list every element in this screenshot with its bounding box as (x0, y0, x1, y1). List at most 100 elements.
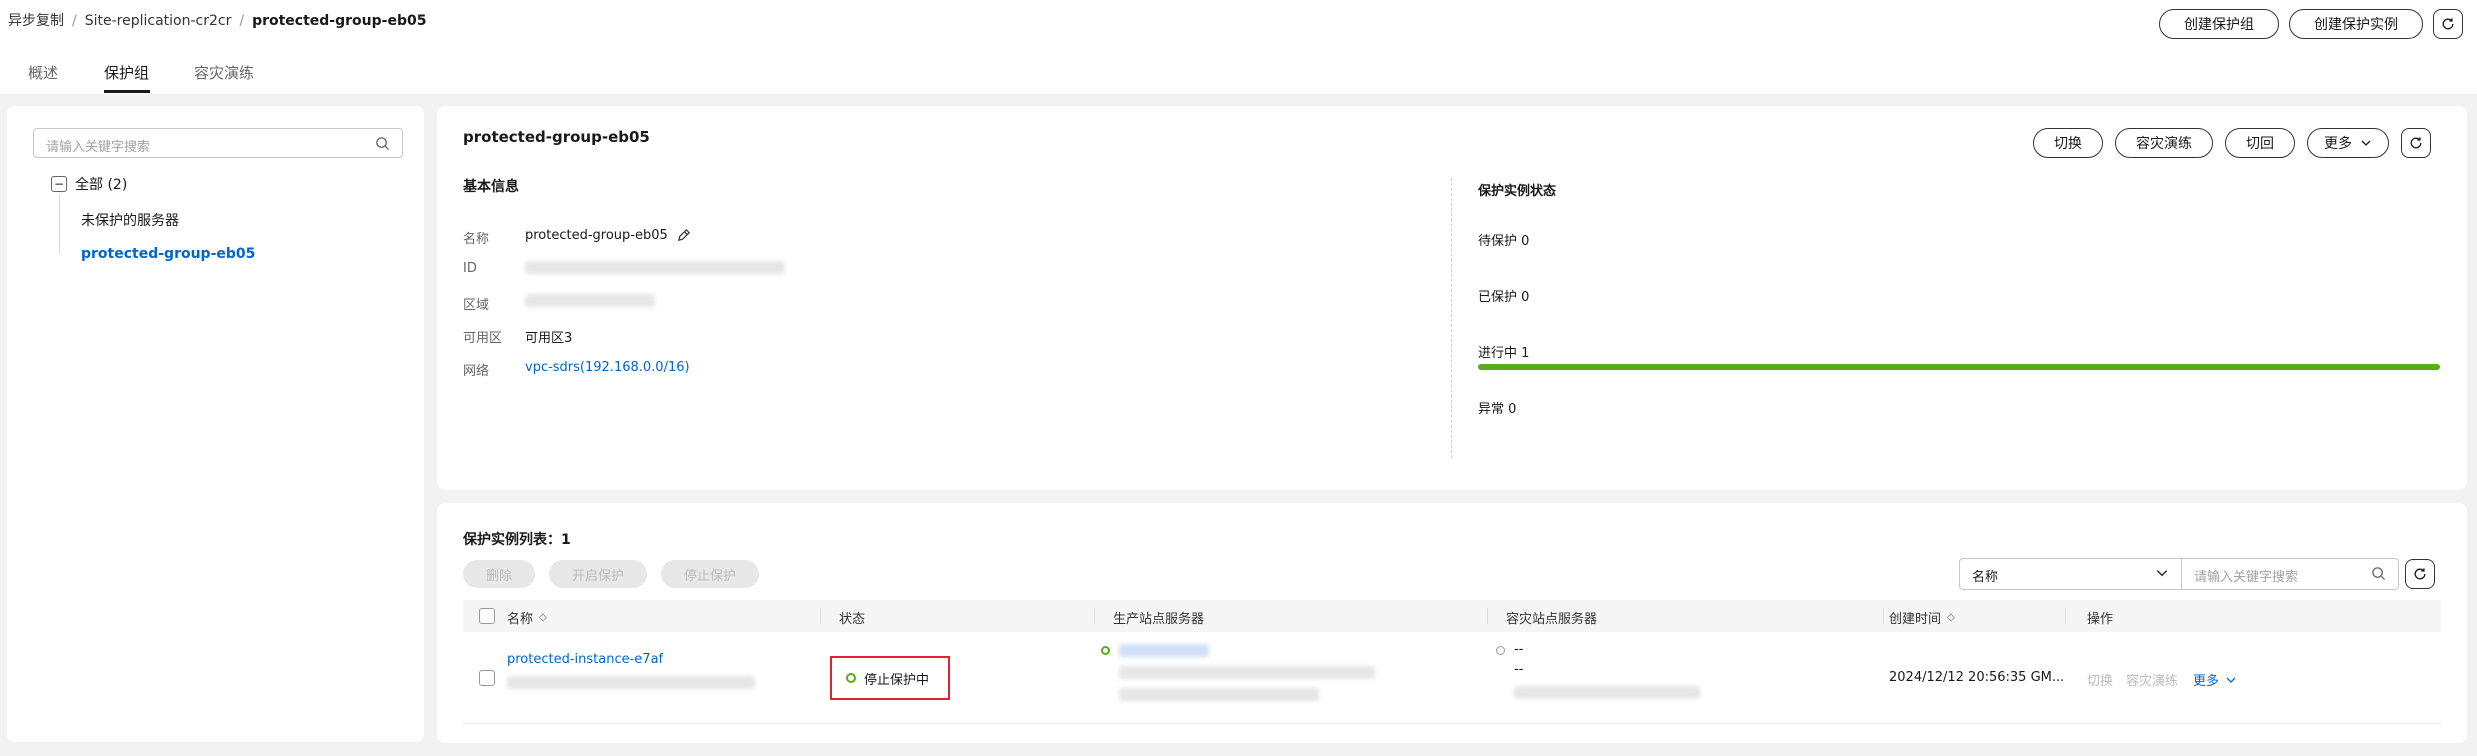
create-protection-instance-button[interactable]: 创建保护实例 (2289, 9, 2423, 39)
value-id-redacted (525, 261, 785, 274)
stat-protected: 已保护 0 (1478, 290, 1530, 305)
create-protection-group-button[interactable]: 创建保护组 (2159, 9, 2279, 39)
stat-pending: 待保护 0 (1478, 234, 1530, 249)
basic-info-title: 基本信息 (463, 179, 519, 195)
tree-item-protected-group[interactable]: protected-group-eb05 (81, 246, 255, 262)
created-time: 2024/12/12 20:56:35 GM... (1889, 670, 2065, 685)
column-separator (1487, 608, 1488, 624)
table-header: 名称 ◇ 状态 生产站点服务器 容灾站点服务器 创建时间 ◇ 操作 (463, 600, 2441, 632)
row-checkbox[interactable] (479, 670, 495, 690)
refresh-icon (2414, 568, 2426, 580)
group-detail-card: protected-group-eb05 切换 容灾演练 切回 更多 基本信息 … (437, 106, 2467, 490)
label-network: 网络 (463, 364, 490, 379)
column-separator (1094, 608, 1095, 624)
dr-server-line2: -- (1514, 662, 1524, 677)
sort-icon[interactable]: ◇ (1947, 612, 1955, 623)
col-created[interactable]: 创建时间 ◇ (1889, 608, 1955, 627)
network-link[interactable]: vpc-sdrs(192.168.0.0/16) (525, 360, 690, 375)
stat-error: 异常 0 (1478, 402, 1517, 417)
value-az: 可用区3 (525, 331, 573, 346)
more-button[interactable]: 更多 (2307, 128, 2389, 158)
label-name: 名称 (463, 232, 490, 247)
col-status: 状态 (839, 612, 866, 627)
switchover-button[interactable]: 切换 (2033, 128, 2103, 158)
value-region-redacted (525, 294, 655, 307)
search-icon[interactable] (375, 136, 390, 151)
production-server-status-icon (1101, 644, 1110, 659)
col-operations: 操作 (2087, 612, 2114, 627)
column-separator (820, 608, 821, 624)
instance-search-input[interactable]: 请输入关键字搜索 (2181, 558, 2399, 590)
tree-root[interactable]: − 全部 (2) (51, 174, 127, 194)
group-title: protected-group-eb05 (463, 128, 650, 146)
section-divider (1451, 178, 1452, 458)
tab-bar: 概述 保护组 容灾演练 (0, 46, 2477, 94)
tab-dr-drill[interactable]: 容灾演练 (194, 62, 254, 83)
instance-id-redacted (507, 676, 755, 693)
group-search-input[interactable]: 请输入关键字搜索 (33, 128, 403, 158)
op-dr-drill[interactable]: 容灾演练 (2126, 670, 2178, 689)
sort-icon[interactable]: ◇ (539, 612, 547, 623)
value-name: protected-group-eb05 (525, 228, 691, 243)
tab-overview[interactable]: 概述 (28, 62, 58, 83)
checkbox[interactable] (479, 608, 495, 624)
stat-in-progress: 进行中 1 (1478, 346, 1530, 361)
detail-refresh-button[interactable] (2401, 128, 2431, 158)
tab-protection-group[interactable]: 保护组 (104, 62, 149, 83)
top-bar: 异步复制 / Site-replication-cr2cr / protected-gr… (0, 0, 2477, 46)
failback-button[interactable]: 切回 (2225, 128, 2295, 158)
col-name[interactable]: 名称 ◇ (507, 608, 547, 627)
instance-name-link[interactable]: protected-instance-e7af (507, 652, 663, 667)
checkbox[interactable] (479, 670, 495, 686)
in-progress-bar-fill (1478, 364, 2440, 370)
filter-field-select[interactable]: 名称 (1959, 558, 2181, 590)
edit-icon[interactable] (676, 228, 691, 243)
top-actions: 创建保护组 创建保护实例 (2159, 9, 2463, 39)
search-placeholder: 请输入关键字搜索 (46, 140, 151, 155)
op-more[interactable]: 更多 (2193, 670, 2237, 689)
tab-active-indicator (104, 90, 150, 93)
stop-protection-button[interactable]: 停止保护 (661, 560, 760, 588)
refresh-icon (2442, 18, 2454, 30)
col-name-label: 名称 (507, 612, 534, 627)
instance-status-title: 保护实例状态 (1478, 184, 1557, 199)
status-indicator-icon (1101, 646, 1110, 655)
refresh-button[interactable] (2433, 9, 2463, 39)
left-panel: 请输入关键字搜索 − 全部 (2) 未保护的服务器 protected-grou… (7, 106, 424, 742)
col-production-server: 生产站点服务器 (1113, 612, 1205, 627)
column-separator (2065, 608, 2066, 624)
start-protection-button[interactable]: 开启保护 (549, 560, 648, 588)
col-dr-server: 容灾站点服务器 (1506, 612, 1598, 627)
delete-button[interactable]: 删除 (463, 560, 536, 588)
search-placeholder: 请输入关键字搜索 (2194, 570, 2299, 585)
op-more-label: 更多 (2193, 674, 2220, 689)
dr-server-line1: -- (1514, 642, 1524, 657)
label-region: 区域 (463, 298, 490, 313)
instance-list-card: 保护实例列表：1 删除 开启保护 停止保护 名称 请输入关键字搜索 名称 ◇ 状… (437, 503, 2467, 743)
tree-root-label: 全部 (2) (75, 177, 128, 193)
status-indicator-icon (846, 673, 856, 683)
collapse-icon[interactable]: − (51, 176, 67, 192)
col-created-label: 创建时间 (1889, 612, 1942, 627)
production-server-info-redacted (1119, 666, 1375, 683)
in-progress-bar (1478, 364, 2440, 370)
dr-drill-button[interactable]: 容灾演练 (2115, 128, 2213, 158)
column-separator (1883, 608, 1884, 624)
search-icon[interactable] (2371, 566, 2386, 581)
breadcrumb-separator: / (239, 13, 245, 29)
breadcrumb-item-site-replication[interactable]: Site-replication-cr2cr (85, 13, 232, 29)
breadcrumb-item-async-replication[interactable]: 异步复制 (8, 13, 64, 29)
label-az: 可用区 (463, 331, 503, 346)
breadcrumb: 异步复制 / Site-replication-cr2cr / protected-gr… (8, 10, 426, 30)
instance-list-title: 保护实例列表：1 (463, 532, 571, 548)
select-all-checkbox[interactable] (479, 608, 495, 624)
tree-item-unprotected-servers[interactable]: 未保护的服务器 (81, 210, 179, 230)
list-refresh-button[interactable] (2405, 559, 2435, 589)
breadcrumb-item-current: protected-group-eb05 (252, 13, 427, 29)
status-highlight-box: 停止保护中 (830, 656, 950, 700)
production-server-link-redacted[interactable] (1119, 644, 1209, 661)
list-actions: 删除 开启保护 停止保护 (463, 560, 760, 588)
op-switchover[interactable]: 切换 (2087, 670, 2113, 689)
chevron-down-icon (2361, 140, 2371, 146)
chevron-down-icon (2226, 677, 2236, 683)
